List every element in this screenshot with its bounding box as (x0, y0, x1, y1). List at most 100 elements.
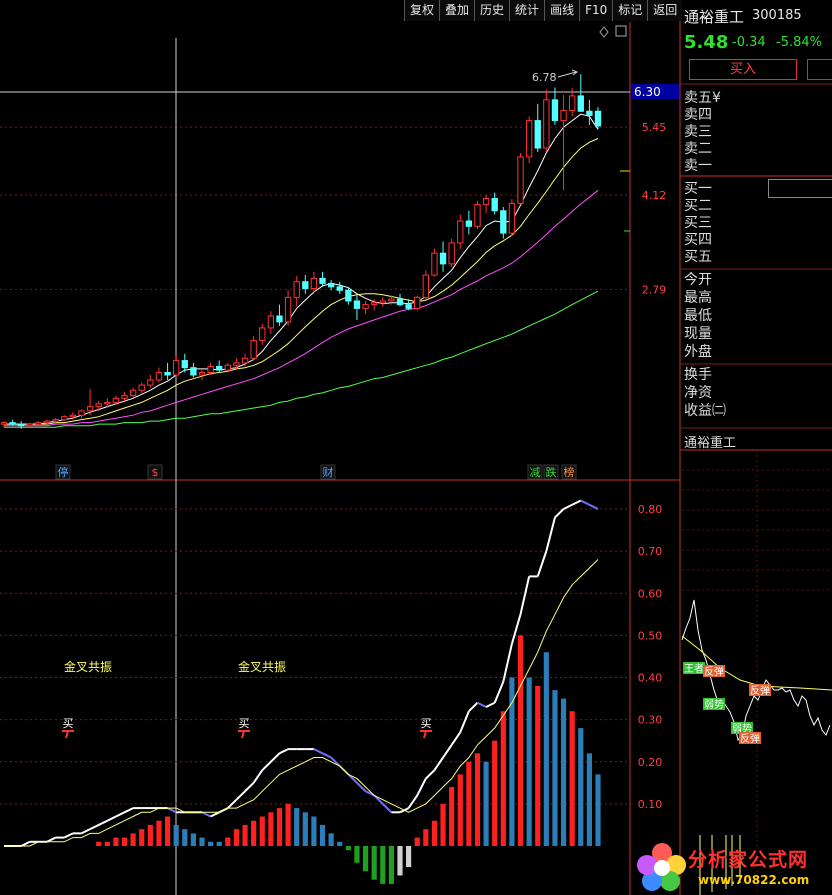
candle-body (543, 99, 550, 149)
histogram-bar (474, 753, 481, 846)
histogram-bar (500, 711, 506, 846)
indicator-line-main (468, 702, 479, 712)
histogram-bar (466, 761, 472, 846)
histogram-bar (302, 812, 308, 846)
ma5-line (4, 113, 599, 425)
histogram-bar (483, 761, 489, 846)
candle-body (560, 109, 567, 122)
toolbar-button-3[interactable]: 统计 (509, 0, 545, 21)
histogram-bar (517, 635, 524, 846)
histogram-bar (414, 837, 420, 846)
candle-body (121, 395, 128, 399)
buy4-label: 买四 (684, 232, 712, 248)
indicator-line-main (519, 576, 531, 615)
buy-button[interactable]: 买入 (689, 59, 797, 80)
candle-body (388, 298, 395, 302)
buy-signal-label: 买 (421, 717, 432, 730)
indicator-line-main (201, 811, 212, 818)
candle-body (104, 401, 111, 405)
histogram-bar (190, 833, 196, 846)
indicator-line-main (382, 803, 393, 814)
toolbar-button-5[interactable]: F10 (579, 0, 613, 21)
golden-cross-label: 金叉共振 (238, 659, 286, 674)
histogram-bar (311, 816, 317, 846)
indicator-line-main (477, 701, 487, 708)
candle-body (379, 300, 386, 304)
histogram-bar (423, 829, 429, 846)
ma10-line (4, 138, 599, 425)
histogram-bar (113, 837, 119, 846)
histogram-bar (449, 787, 455, 846)
candle-body (482, 198, 490, 206)
indicator-line-main (356, 782, 367, 792)
eps-label: 收益㈡ (684, 403, 726, 419)
candle-body (147, 379, 154, 386)
candle-body (181, 360, 188, 369)
toolbar-button-2[interactable]: 历史 (474, 0, 510, 21)
candle-body (293, 281, 300, 298)
stock-code: 300185 (752, 8, 802, 23)
indicator-line-main (235, 790, 246, 801)
peak-price-label: 6.78 (532, 71, 557, 84)
indicator-axis-label: 0.40 (638, 672, 663, 685)
indicator-axis-label: 0.80 (638, 503, 663, 516)
indicator-line-signal (4, 559, 599, 847)
histogram-bar (182, 829, 188, 846)
indicator-line-main (373, 794, 384, 805)
intraday-tag: 王者 (684, 663, 704, 675)
candle-body (517, 156, 524, 204)
candle-body (78, 410, 85, 416)
candle-body (207, 365, 214, 374)
histogram-bar (121, 837, 128, 846)
histogram-bar (578, 728, 584, 846)
toolbar-button-7[interactable]: 返回 (647, 0, 683, 21)
diamond-icon (599, 26, 609, 38)
candle-body (439, 252, 447, 265)
peak-arrow-icon (557, 69, 579, 78)
indicator-line-main (563, 503, 573, 510)
indicator-axis-label: 0.70 (638, 545, 663, 558)
histogram-bar (233, 829, 240, 846)
histogram-bar (199, 837, 205, 846)
indicator-line-main (407, 794, 419, 809)
candle-body (353, 300, 361, 309)
buy-arrow-icon (238, 730, 250, 739)
candle-body (302, 281, 309, 290)
toolbar-button-1[interactable]: 叠加 (439, 0, 475, 21)
histogram-bar (543, 652, 549, 846)
histogram-bar (535, 685, 541, 846)
candle-body (259, 327, 266, 341)
indicator-line-main (580, 499, 590, 506)
intraday-title: 通裕重工 (684, 436, 737, 451)
buy1-input-box[interactable] (768, 179, 832, 198)
candle-body (371, 302, 378, 306)
indicator-axis-label: 0.10 (638, 798, 663, 811)
histogram-bar (242, 824, 248, 846)
indicator-line-main (270, 752, 281, 763)
watermark-url: www.70822.com (698, 873, 810, 887)
histogram-bar (96, 841, 102, 846)
sell1-label: 卖一 (684, 158, 712, 174)
toolbar-button-0[interactable]: 复权 (404, 0, 440, 21)
histogram-bar (431, 820, 438, 846)
histogram-bar (552, 690, 558, 846)
intraday-tag: 反弹 (740, 732, 760, 745)
indicator-line-main (167, 807, 177, 814)
candle-body (138, 384, 145, 391)
candle-body (276, 315, 283, 323)
toolbar-button-4[interactable]: 画线 (544, 0, 580, 21)
buy-signal-label: 买 (63, 717, 74, 730)
price-axis-label: 4.12 (642, 189, 667, 202)
histogram-bar (208, 841, 214, 846)
net-asset-label: 净资 (684, 385, 712, 401)
toolbar-button-6[interactable]: 标记 (612, 0, 648, 21)
candle-body (9, 422, 16, 425)
buy3-label: 买三 (684, 215, 712, 231)
sell-button[interactable] (807, 59, 832, 80)
candle-body (569, 95, 576, 111)
indicator-line-main (493, 681, 505, 704)
candle-body (396, 298, 404, 306)
indicator-axis-label: 0.50 (638, 629, 663, 642)
histogram-bar (216, 841, 222, 846)
buy-arrow-icon (62, 730, 74, 739)
